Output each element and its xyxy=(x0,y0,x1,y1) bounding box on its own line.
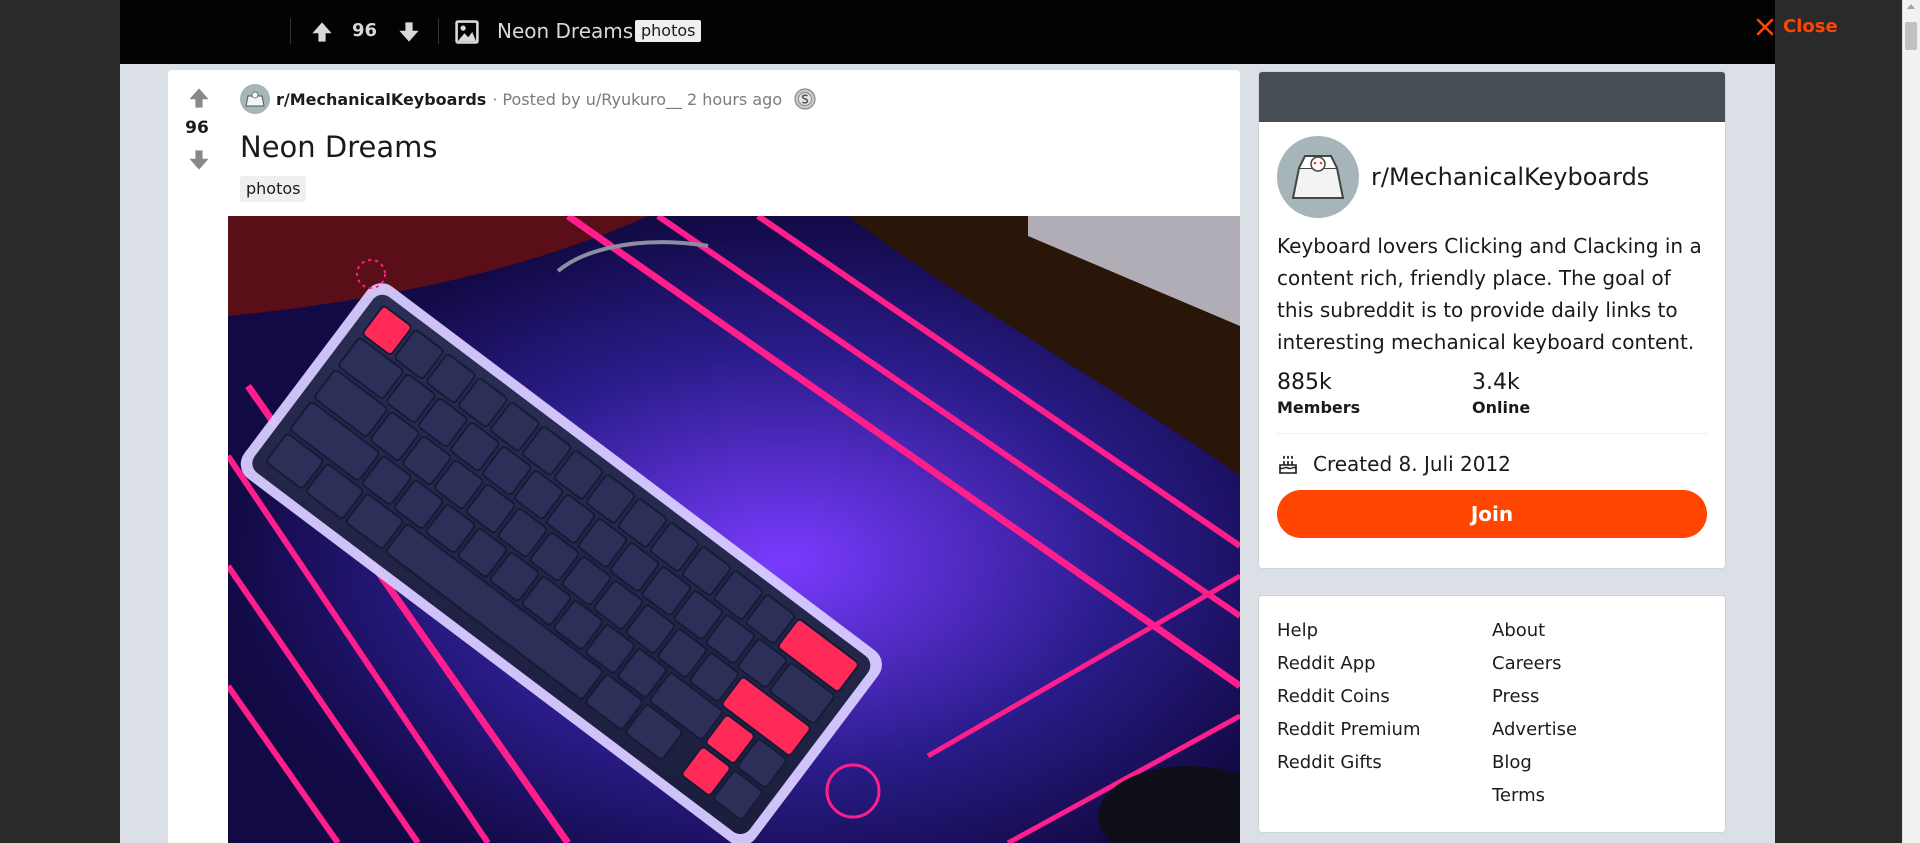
footer-link-careers[interactable]: Careers xyxy=(1492,647,1707,680)
page-scrollbar[interactable] xyxy=(1902,0,1920,843)
modal-topbar: 96 Neon Dreams photos Close xyxy=(120,0,1838,64)
scrollbar-thumb[interactable] xyxy=(1905,22,1917,50)
post-meta: r/MechanicalKeyboards · Posted by u/Ryuk… xyxy=(240,84,816,114)
sidebar: r/MechanicalKeyboards Keyboard lovers Cl… xyxy=(1258,71,1726,833)
footer-link-reddit-coins[interactable]: Reddit Coins xyxy=(1277,680,1492,713)
post-flair[interactable]: photos xyxy=(240,176,307,202)
scroll-up-arrow-icon[interactable] xyxy=(1907,4,1915,9)
topbar-title: Neon Dreams xyxy=(497,19,634,43)
close-label: Close xyxy=(1783,16,1838,37)
footer-link-help[interactable]: Help xyxy=(1277,614,1492,647)
keyboard-photo xyxy=(228,216,1240,843)
footer-link-reddit-premium[interactable]: Reddit Premium xyxy=(1277,713,1492,746)
online-label: Online xyxy=(1472,398,1531,417)
post-time[interactable]: 2 hours ago xyxy=(687,90,782,109)
silver-award-icon[interactable] xyxy=(794,88,816,110)
post-image[interactable] xyxy=(228,216,1240,843)
community-description: Keyboard lovers Clicking and Clacking in… xyxy=(1277,234,1702,354)
community-name[interactable]: r/MechanicalKeyboards xyxy=(1371,163,1649,191)
subreddit-avatar[interactable] xyxy=(240,84,270,114)
backdrop-right[interactable] xyxy=(1759,0,1902,843)
community-avatar[interactable] xyxy=(1277,136,1359,218)
downvote-icon[interactable] xyxy=(187,148,211,172)
community-stats: 885k Members 3.4k Online xyxy=(1277,368,1707,434)
online-stat: 3.4k Online xyxy=(1472,368,1667,417)
created-date: Created 8. Juli 2012 xyxy=(1277,452,1707,476)
footer-link-reddit-gifts[interactable]: Reddit Gifts xyxy=(1277,746,1492,779)
online-count: 3.4k xyxy=(1472,370,1520,395)
footer-link-terms[interactable]: Terms xyxy=(1492,779,1707,812)
footer-link-blog[interactable]: Blog xyxy=(1492,746,1707,779)
close-icon xyxy=(1756,18,1774,35)
created-label: Created 8. Juli 2012 xyxy=(1313,452,1511,476)
footer-links-card: Help Reddit App Reddit Coins Reddit Prem… xyxy=(1258,595,1726,833)
image-post-icon xyxy=(455,20,479,44)
cake-icon xyxy=(1279,455,1297,474)
post-score: 96 xyxy=(185,118,209,138)
footer-links-column-1: Help Reddit App Reddit Coins Reddit Prem… xyxy=(1277,614,1492,812)
divider xyxy=(290,18,291,44)
upvote-icon[interactable] xyxy=(187,86,211,110)
backdrop-left[interactable] xyxy=(0,0,120,843)
upvote-icon[interactable] xyxy=(310,20,334,44)
post-card: 96 r/MechanicalKeyboards · Posted by u/R… xyxy=(168,70,1240,843)
footer-link-about[interactable]: About xyxy=(1492,614,1707,647)
meta-separator: · xyxy=(492,89,498,109)
footer-link-reddit-app[interactable]: Reddit App xyxy=(1277,647,1492,680)
divider xyxy=(438,18,439,44)
topbar-score: 96 xyxy=(352,20,378,41)
members-stat: 885k Members xyxy=(1277,368,1472,417)
members-label: Members xyxy=(1277,398,1361,417)
close-button[interactable]: Close xyxy=(1755,16,1838,37)
subreddit-link[interactable]: r/MechanicalKeyboards xyxy=(276,90,486,109)
posted-by[interactable]: Posted by u/Ryukuro__ xyxy=(502,90,682,109)
topbar-flair[interactable]: photos xyxy=(635,20,702,42)
footer-links-column-2: About Careers Press Advertise Blog Terms xyxy=(1492,614,1707,812)
downvote-icon[interactable] xyxy=(397,20,421,44)
members-count: 885k xyxy=(1277,370,1332,395)
post-title: Neon Dreams xyxy=(240,130,438,164)
footer-link-advertise[interactable]: Advertise xyxy=(1492,713,1707,746)
about-banner xyxy=(1259,72,1725,122)
community-header: r/MechanicalKeyboards xyxy=(1277,136,1707,218)
about-community-card: r/MechanicalKeyboards Keyboard lovers Cl… xyxy=(1258,71,1726,569)
post-modal: 96 Neon Dreams photos Close 96 r/Mechani… xyxy=(120,0,1838,843)
join-button[interactable]: Join xyxy=(1277,490,1707,538)
footer-link-press[interactable]: Press xyxy=(1492,680,1707,713)
